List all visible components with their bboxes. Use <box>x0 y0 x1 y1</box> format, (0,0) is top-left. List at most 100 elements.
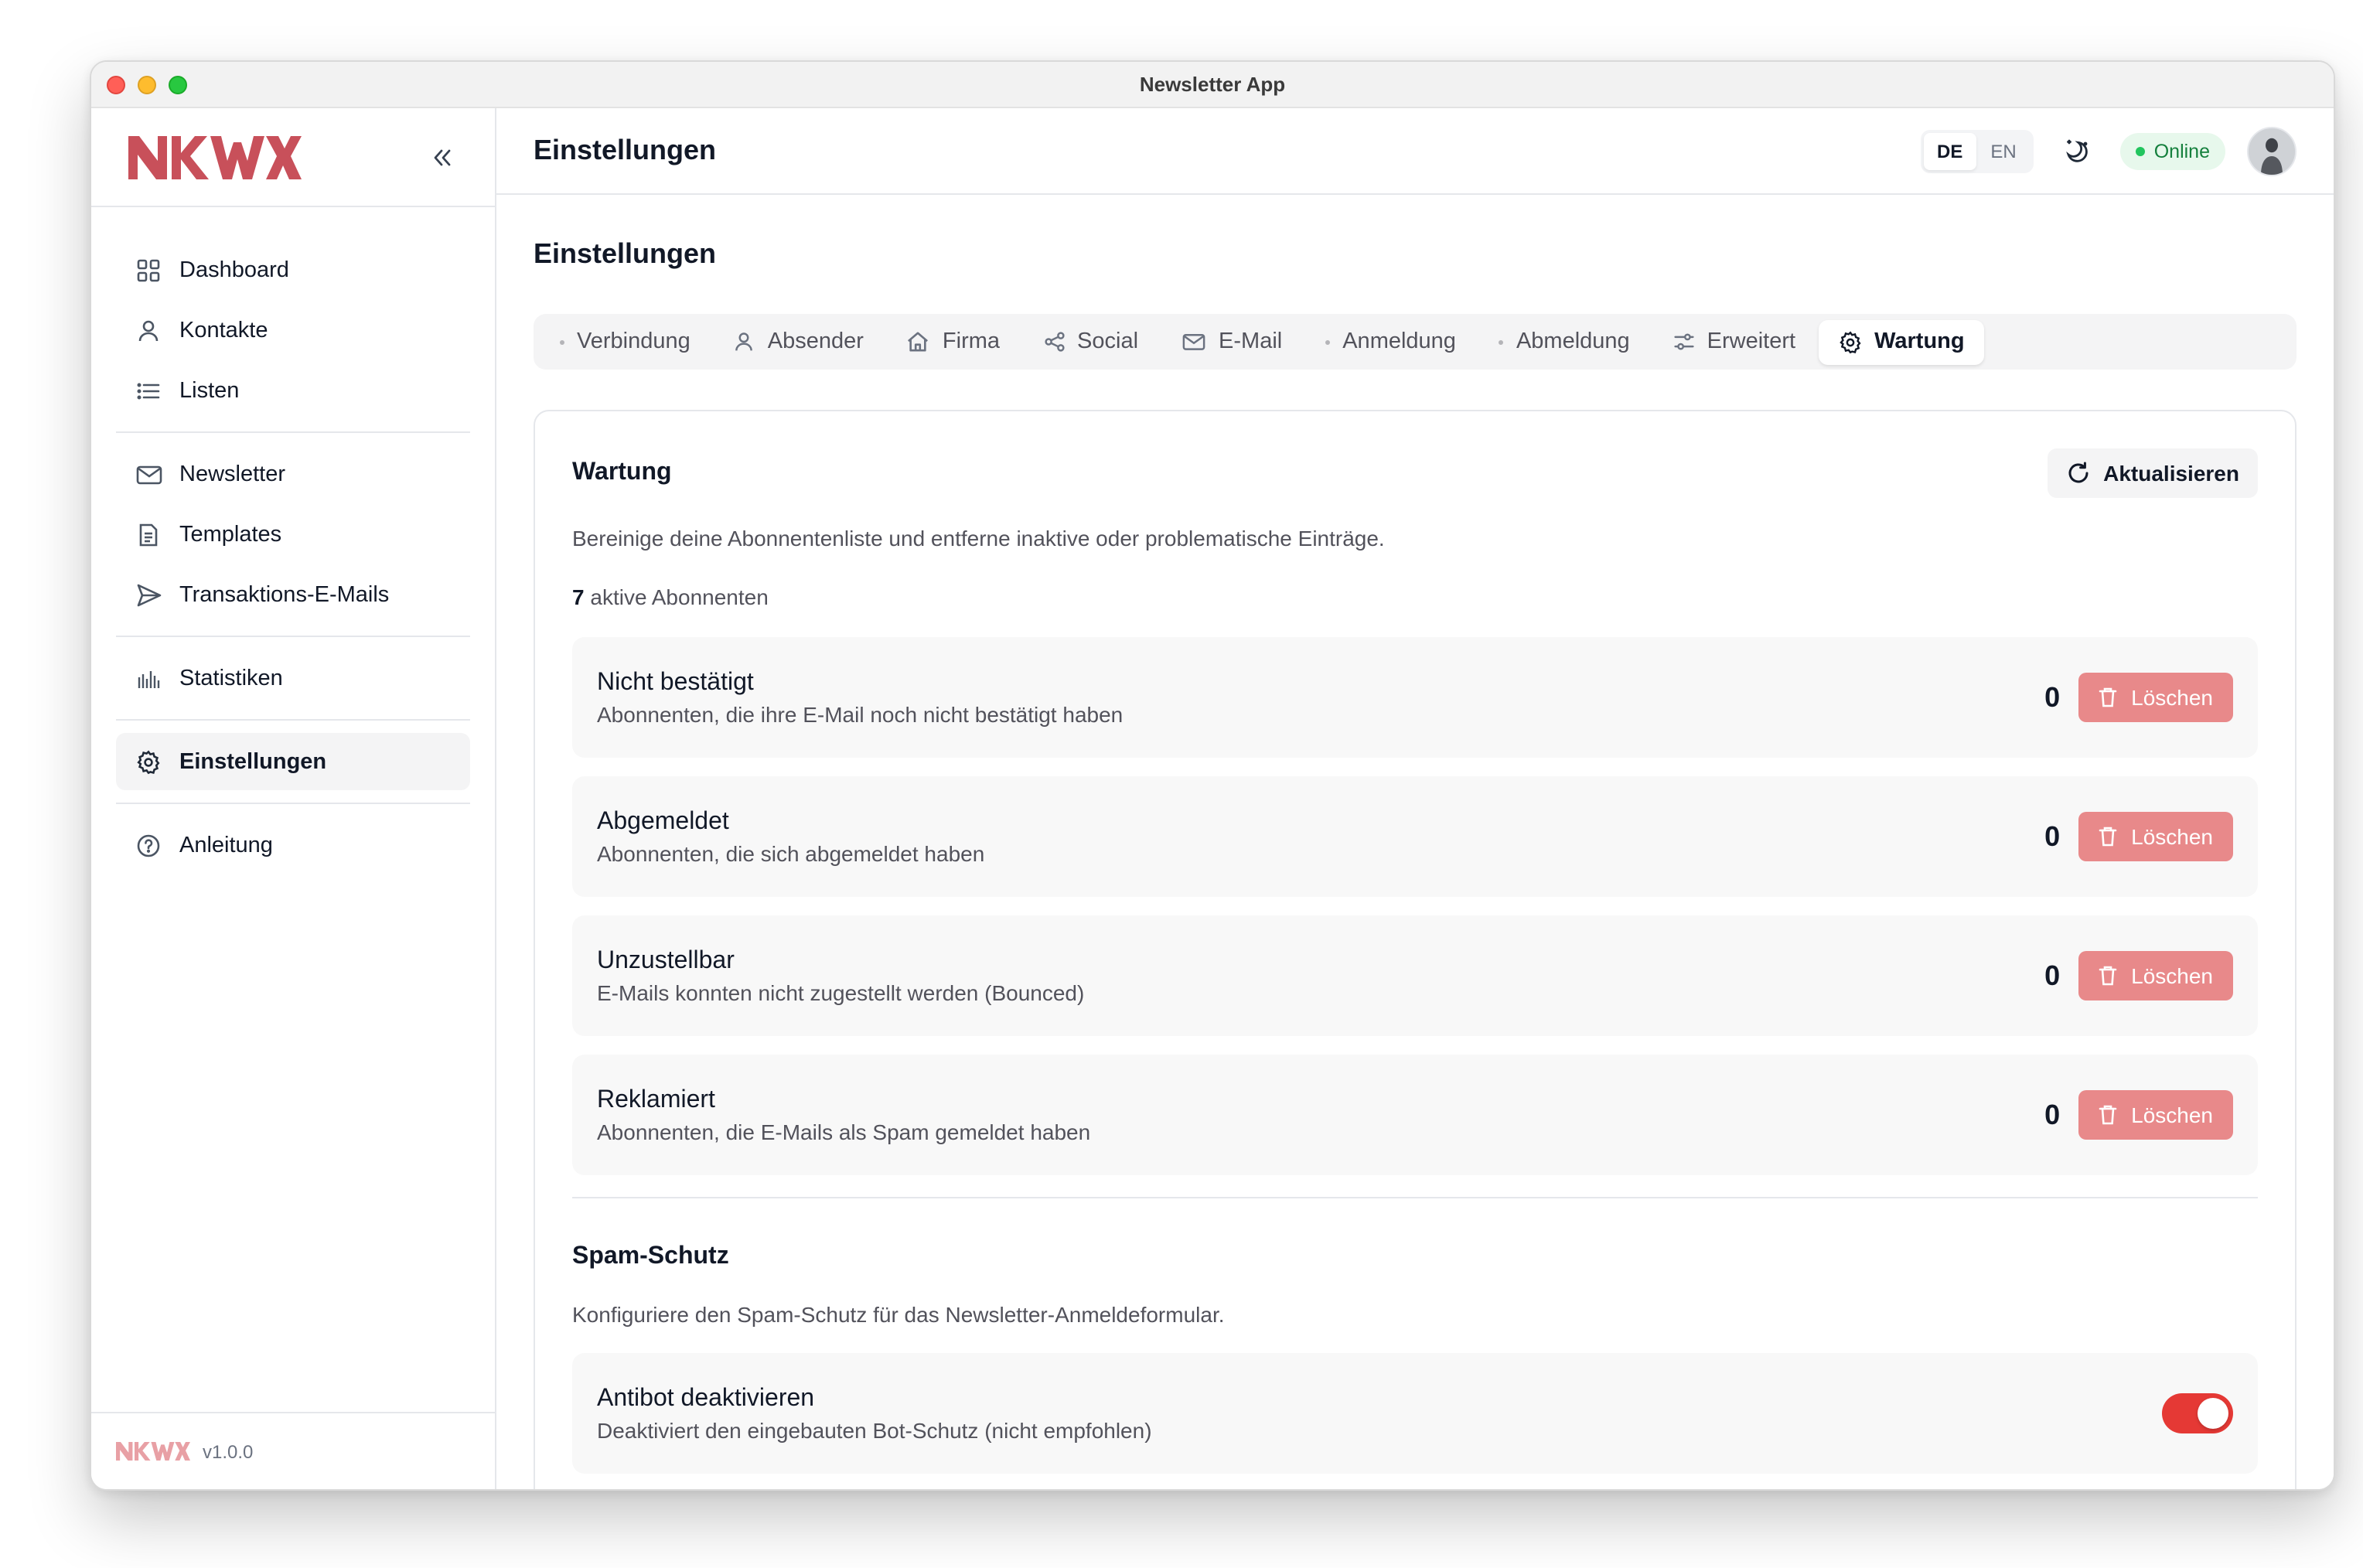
sidebar-item-label: Newsletter <box>179 462 285 486</box>
maintenance-row-unsubscribed: Abgemeldet Abonnenten, die sich abgemeld… <box>572 776 2258 897</box>
theme-toggle-button[interactable] <box>2055 129 2099 172</box>
section-divider <box>572 1197 2258 1198</box>
delete-label: Löschen <box>2131 963 2213 988</box>
header-actions: DE EN Online <box>1920 126 2297 176</box>
title-bar: Newsletter App <box>91 62 2334 108</box>
tab-label: E-Mail <box>1219 329 1283 354</box>
mail-icon <box>135 460 162 488</box>
tab-abmeldung[interactable]: Abmeldung <box>1479 319 1650 364</box>
tab-e-mail[interactable]: E-Mail <box>1161 319 1302 364</box>
header-title: Einstellungen <box>534 135 717 165</box>
delete-unconfirmed-button[interactable]: Löschen <box>2078 673 2233 722</box>
sidebar-item-dashboard[interactable]: Dashboard <box>116 241 470 298</box>
dot-icon <box>1499 339 1504 344</box>
maximize-window-button[interactable] <box>169 76 187 94</box>
sidebar-item-label: Listen <box>179 378 240 403</box>
row-count: 0 <box>2044 820 2061 851</box>
antibot-toggle[interactable] <box>2162 1393 2233 1433</box>
sidebar-item-newsletter[interactable]: Newsletter <box>116 445 470 503</box>
share-icon <box>1043 331 1065 353</box>
row-count: 0 <box>2044 960 2061 990</box>
mail-icon <box>1182 331 1206 353</box>
row-subtitle: Abonnenten, die ihre E-Mail noch nicht b… <box>597 701 1124 726</box>
delete-unsubscribed-button[interactable]: Löschen <box>2078 812 2233 861</box>
app-version: v1.0.0 <box>203 1440 254 1462</box>
row-title: Unzustellbar <box>597 947 735 973</box>
tab-anmeldung[interactable]: Anmeldung <box>1305 319 1476 364</box>
sidebar-item-einstellungen[interactable]: Einstellungen <box>116 733 470 790</box>
settings-content: Einstellungen Verbindung Absender Firma … <box>496 195 2334 1489</box>
maintenance-description: Bereinige deine Abonnentenliste und entf… <box>572 526 1385 551</box>
dot-icon <box>560 339 564 344</box>
status-text: Online <box>2153 140 2210 162</box>
antibot-title: Antibot deaktivieren <box>597 1385 815 1411</box>
sidebar-item-anleitung[interactable]: Anleitung <box>116 816 470 874</box>
nav-group-stats: Statistiken <box>116 637 470 721</box>
tab-label: Verbindung <box>577 329 690 354</box>
tab-label: Anmeldung <box>1342 329 1456 354</box>
language-switch: DE EN <box>1920 129 2034 172</box>
row-title: Abgemeldet <box>597 808 729 834</box>
row-count: 0 <box>2044 1099 2061 1130</box>
user-avatar-icon <box>2249 128 2295 174</box>
antibot-setting-row: Antibot deaktivieren Deaktiviert den ein… <box>572 1353 2258 1474</box>
tab-firma[interactable]: Firma <box>887 319 1020 364</box>
sidebar-item-label: Dashboard <box>179 257 289 282</box>
footer-logo-icon <box>116 1442 190 1461</box>
refresh-button[interactable]: Aktualisieren <box>2048 448 2258 498</box>
row-subtitle: Abonnenten, die sich abgemeldet haben <box>597 840 985 865</box>
chevrons-left-icon <box>434 148 451 165</box>
delete-label: Löschen <box>2131 824 2213 849</box>
close-window-button[interactable] <box>107 76 125 94</box>
tab-absender[interactable]: Absender <box>714 319 884 364</box>
main-area: Einstellungen DE EN Online Einstellungen… <box>496 108 2334 1489</box>
spam-section-title: Spam-Schutz <box>572 1243 729 1270</box>
active-count-label: aktive Abonnenten <box>590 585 769 609</box>
tab-wartung[interactable]: Wartung <box>1819 319 1985 364</box>
sidebar: Dashboard Kontakte Listen Newsletter Tem… <box>91 108 496 1489</box>
sidebar-footer: v1.0.0 <box>91 1412 495 1489</box>
trash-icon <box>2099 1105 2117 1125</box>
sidebar-item-transaktions-e-mails[interactable]: Transaktions-E-Mails <box>116 566 470 623</box>
collapse-sidebar-button[interactable] <box>421 135 464 179</box>
app-window: Newsletter App Dashboard Kontakte Listen… <box>90 60 2335 1491</box>
user-icon <box>734 331 755 353</box>
sidebar-item-label: Kontakte <box>179 318 268 343</box>
maintenance-title: Wartung <box>572 459 672 486</box>
language-de-button[interactable]: DE <box>1923 132 1977 169</box>
tab-label: Erweitert <box>1707 329 1796 354</box>
settings-tabs: Verbindung Absender Firma Social E-Mail … <box>534 314 2297 370</box>
bar-chart-icon <box>135 664 162 692</box>
logo-icon <box>128 135 302 179</box>
maintenance-row-unconfirmed: Nicht bestätigt Abonnenten, die ihre E-M… <box>572 637 2258 758</box>
brand-logo[interactable] <box>128 134 302 180</box>
language-en-button[interactable]: EN <box>1976 132 2030 169</box>
sidebar-item-kontakte[interactable]: Kontakte <box>116 302 470 359</box>
delete-label: Löschen <box>2131 1103 2213 1127</box>
delete-complained-button[interactable]: Löschen <box>2078 1090 2233 1140</box>
active-count-value: 7 <box>572 585 585 609</box>
tab-verbindung[interactable]: Verbindung <box>540 319 711 364</box>
sidebar-item-statistiken[interactable]: Statistiken <box>116 649 470 707</box>
nav-group-help: Anleitung <box>116 804 470 886</box>
avatar[interactable] <box>2247 126 2297 176</box>
tab-label: Firma <box>942 329 1001 354</box>
delete-bounced-button[interactable]: Löschen <box>2078 951 2233 1000</box>
trash-icon <box>2099 966 2117 986</box>
help-circle-icon <box>135 831 162 859</box>
sidebar-item-templates[interactable]: Templates <box>116 506 470 563</box>
maintenance-header: Wartung Aktualisieren <box>572 448 2258 498</box>
row-subtitle: E-Mails konnten nicht zugestellt werden … <box>597 980 1085 1004</box>
status-dot-icon <box>2135 146 2145 155</box>
gear-icon <box>1839 330 1862 353</box>
tab-erweitert[interactable]: Erweitert <box>1653 319 1816 364</box>
tab-social[interactable]: Social <box>1023 319 1158 364</box>
user-icon <box>135 316 162 344</box>
sidebar-item-label: Einstellungen <box>179 749 327 774</box>
minimize-window-button[interactable] <box>138 76 156 94</box>
sidebar-item-listen[interactable]: Listen <box>116 362 470 419</box>
page-title: Einstellungen <box>534 238 717 269</box>
sidebar-item-label: Statistiken <box>179 666 283 690</box>
document-icon <box>135 520 162 548</box>
sliders-icon <box>1673 331 1695 353</box>
